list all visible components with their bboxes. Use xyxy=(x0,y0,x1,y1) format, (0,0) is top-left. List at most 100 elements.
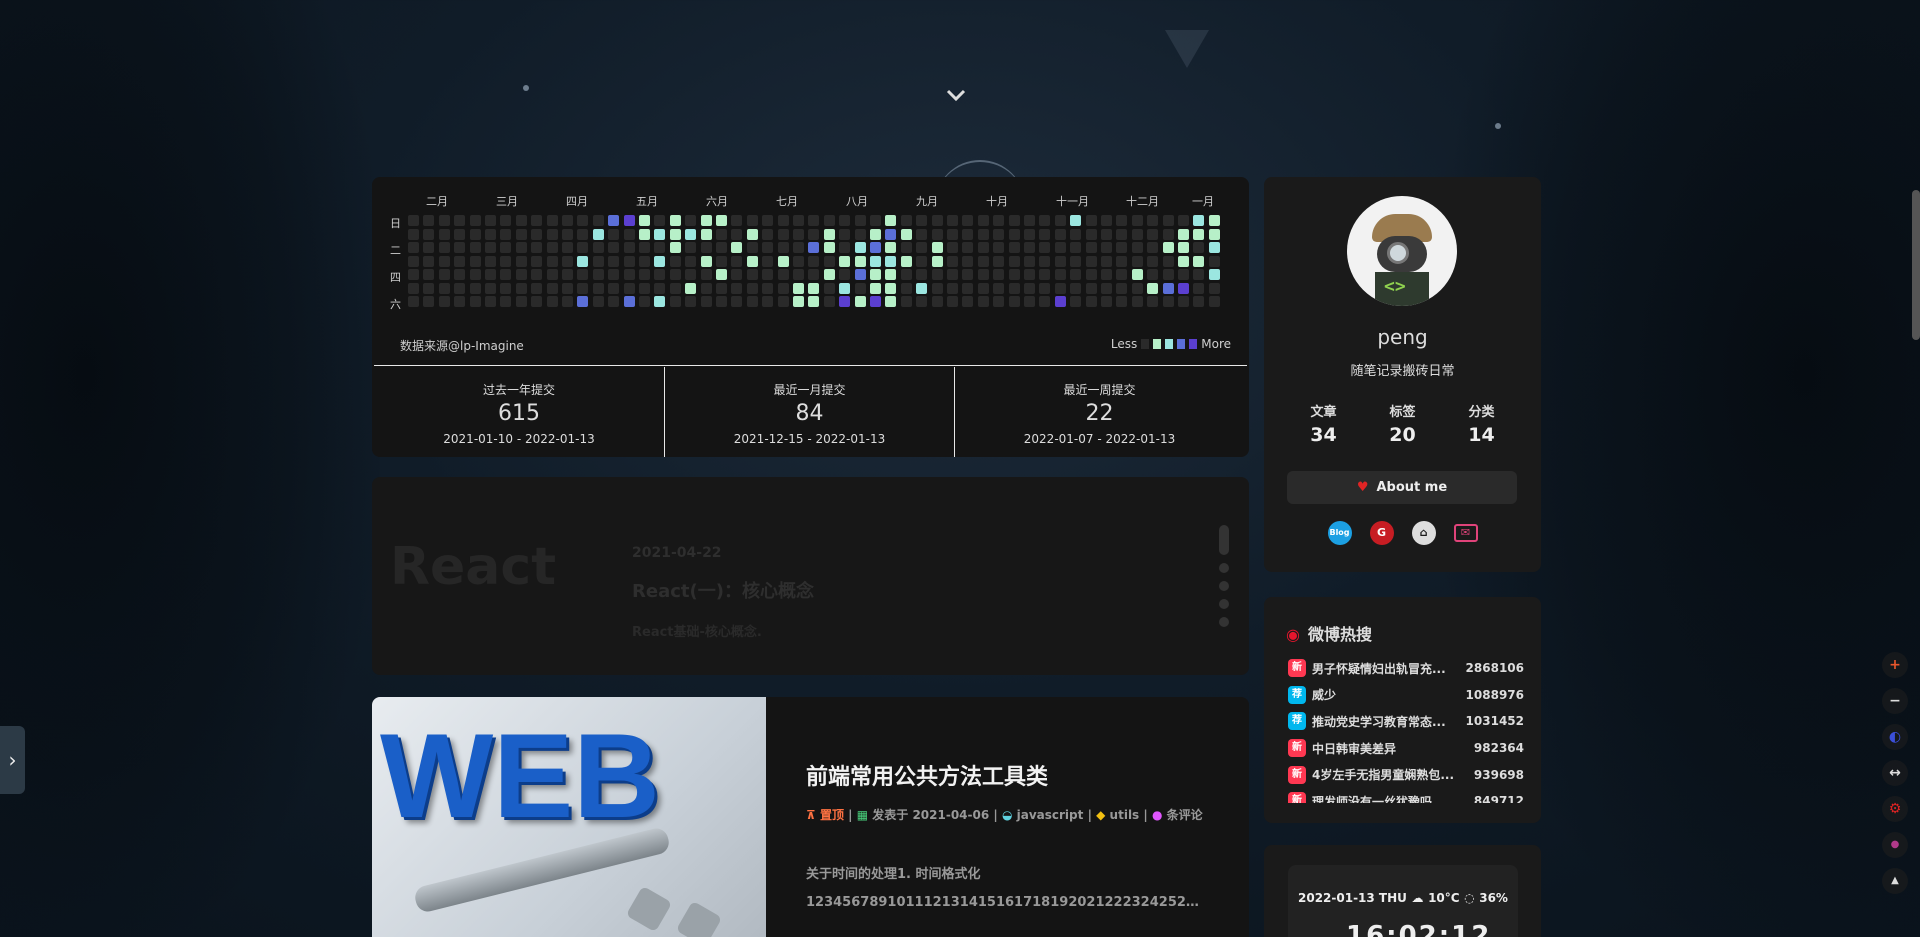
contribution-cell xyxy=(654,296,666,307)
contribution-cell xyxy=(546,242,558,253)
author-description: 随笔记录搬砖日常 xyxy=(1350,364,1455,379)
contribution-cell xyxy=(931,296,943,307)
weibo-item-title[interactable]: 理发师没有一丝犹豫吗 xyxy=(1312,793,1468,803)
about-me-button[interactable]: ♥ About me xyxy=(1287,471,1517,504)
contribution-cell xyxy=(408,255,419,267)
stat-label: 过去一年提交 xyxy=(482,383,555,397)
sidebar-toggle-button[interactable]: › xyxy=(0,726,25,794)
contribution-cell xyxy=(669,228,681,240)
weibo-item-title[interactable]: 威少 xyxy=(1312,686,1460,703)
mail-icon[interactable]: ✉ xyxy=(1453,524,1478,542)
contribution-cell xyxy=(793,269,804,280)
legend-more: More xyxy=(1201,337,1231,351)
carousel-dot[interactable] xyxy=(1219,599,1229,609)
scrollbar[interactable] xyxy=(1912,190,1920,340)
contribution-cell xyxy=(1070,269,1082,280)
contribution-cell xyxy=(1008,269,1020,280)
contribution-cell xyxy=(716,282,727,294)
gitee-icon[interactable]: G xyxy=(1369,521,1394,545)
post-card[interactable]: React 2021-04-22 React(一)：核心概念 React基础-核… xyxy=(372,477,1249,675)
gear-icon[interactable]: ⚙ xyxy=(1882,796,1908,822)
post-comments[interactable]: 条评论 xyxy=(1167,808,1203,822)
contribution-cell xyxy=(839,215,851,226)
weibo-item-title[interactable]: 中日韩审美差异 xyxy=(1312,740,1468,757)
weibo-item[interactable]: 荐推动党史学习教育常态... 1031452 xyxy=(1288,708,1524,735)
contribution-cell xyxy=(608,242,620,253)
avatar[interactable]: <> xyxy=(1347,196,1457,306)
stat-articles[interactable]: 文章 34 xyxy=(1310,401,1336,446)
contribution-cell xyxy=(931,282,943,294)
post-desc: React基础-核心概念. xyxy=(632,625,762,640)
width-toggle-icon[interactable]: ↔ xyxy=(1882,760,1908,786)
weibo-item[interactable]: 新 4岁左手无指男童娴熟包... 939698 xyxy=(1288,761,1524,788)
contribution-cell xyxy=(1039,228,1051,240)
contribution-cell xyxy=(1208,228,1220,240)
weibo-item-title[interactable]: 推动党史学习教育常态... xyxy=(1312,713,1460,730)
post-category[interactable]: javascript xyxy=(1017,808,1084,822)
post-title[interactable]: 前端常用公共方法工具类 xyxy=(806,759,1048,791)
carousel-dot[interactable] xyxy=(1219,581,1229,591)
carousel-dot[interactable] xyxy=(1219,563,1229,573)
stat-value: 22 xyxy=(1085,401,1114,426)
rocket-icon[interactable]: ▲ xyxy=(1882,868,1908,894)
weather-widget: 2022-01-13 THU ☁ 10°C ◌ 36% 16:02:12 xyxy=(1288,865,1518,937)
scroll-down-icon[interactable] xyxy=(945,85,967,107)
month-label: 六月 xyxy=(706,195,728,208)
contribution-cell xyxy=(731,215,743,226)
zoom-out-icon[interactable]: − xyxy=(1882,688,1908,714)
contribution-cell xyxy=(577,215,589,226)
contribution-cell xyxy=(608,296,620,307)
contribution-cell xyxy=(1116,228,1128,240)
zoom-in-icon[interactable]: + xyxy=(1882,652,1908,678)
stat-categories[interactable]: 分类 14 xyxy=(1468,401,1494,446)
contribution-cell xyxy=(870,215,881,226)
contribution-cell xyxy=(854,242,866,253)
month-label: 二月 xyxy=(426,195,448,208)
contribution-cell xyxy=(931,215,943,226)
weibo-item-title[interactable]: 男子怀疑情妇出轨冒充... xyxy=(1312,660,1460,677)
weibo-list[interactable]: 新男子怀疑情妇出轨冒充... 2868106 荐威少 1088976 荐推动党史学习教育… xyxy=(1288,655,1524,803)
contribution-cell xyxy=(731,255,743,267)
stat-tags[interactable]: 标签 20 xyxy=(1389,401,1415,446)
stat-range: 2021-12-15 - 2022-01-13 xyxy=(733,432,886,446)
weibo-item-title[interactable]: 4岁左手无指男童娴熟包... xyxy=(1312,766,1468,783)
contribution-cell xyxy=(977,255,989,267)
contribution-cell xyxy=(1039,296,1051,307)
carousel-pagination[interactable] xyxy=(1219,525,1231,635)
contribution-cell xyxy=(531,296,543,307)
contribution-cell xyxy=(1178,296,1189,307)
contribution-cell xyxy=(1070,282,1082,294)
contribution-cell xyxy=(993,269,1005,280)
post-title[interactable]: React(一)：核心概念 xyxy=(632,577,814,603)
weibo-item[interactable]: 新理发师没有一丝犹豫吗 849712 xyxy=(1288,788,1524,803)
contribution-cell xyxy=(1039,269,1051,280)
contribution-cell xyxy=(962,282,974,294)
stat-label: 文章 xyxy=(1310,405,1337,420)
contribution-cell xyxy=(577,255,589,267)
contribution-cell xyxy=(1131,269,1143,280)
stat-value: 20 xyxy=(1389,424,1416,446)
carousel-dot-active[interactable] xyxy=(1219,525,1229,555)
carousel-dot[interactable] xyxy=(1219,617,1229,627)
weibo-item[interactable]: 新男子怀疑情妇出轨冒充... 2868106 xyxy=(1288,655,1524,682)
contribution-cell xyxy=(1208,282,1220,294)
published-prefix: 发表于 xyxy=(872,808,909,822)
blog-icon[interactable]: Blog xyxy=(1327,521,1352,545)
contribution-cell xyxy=(485,282,496,294)
dark-mode-icon[interactable]: ◐ xyxy=(1882,724,1908,750)
post-card[interactable]: WEB 前端常用公共方法工具类 ⊼ 置顶 | ▦ 发表于 2021-04-06 … xyxy=(372,697,1249,937)
github-icon[interactable]: ⌂ xyxy=(1411,521,1436,545)
chat-icon[interactable]: ● xyxy=(1882,832,1908,858)
post-cover-image[interactable]: WEB xyxy=(372,697,766,937)
contribution-cell xyxy=(993,296,1005,307)
weibo-title: ◉ 微博热搜 xyxy=(1286,621,1372,645)
weibo-item[interactable]: 新中日韩审美差异 982364 xyxy=(1288,735,1524,762)
contribution-cell xyxy=(793,242,804,253)
humidity-icon: ◌ xyxy=(1464,891,1475,905)
contribution-cell xyxy=(777,269,789,280)
weibo-item[interactable]: 荐威少 1088976 xyxy=(1288,682,1524,709)
contribution-legend: Less More xyxy=(1111,337,1231,351)
post-tag[interactable]: utils xyxy=(1110,808,1140,822)
contribution-cell xyxy=(777,228,789,240)
contribution-cell xyxy=(700,255,712,267)
